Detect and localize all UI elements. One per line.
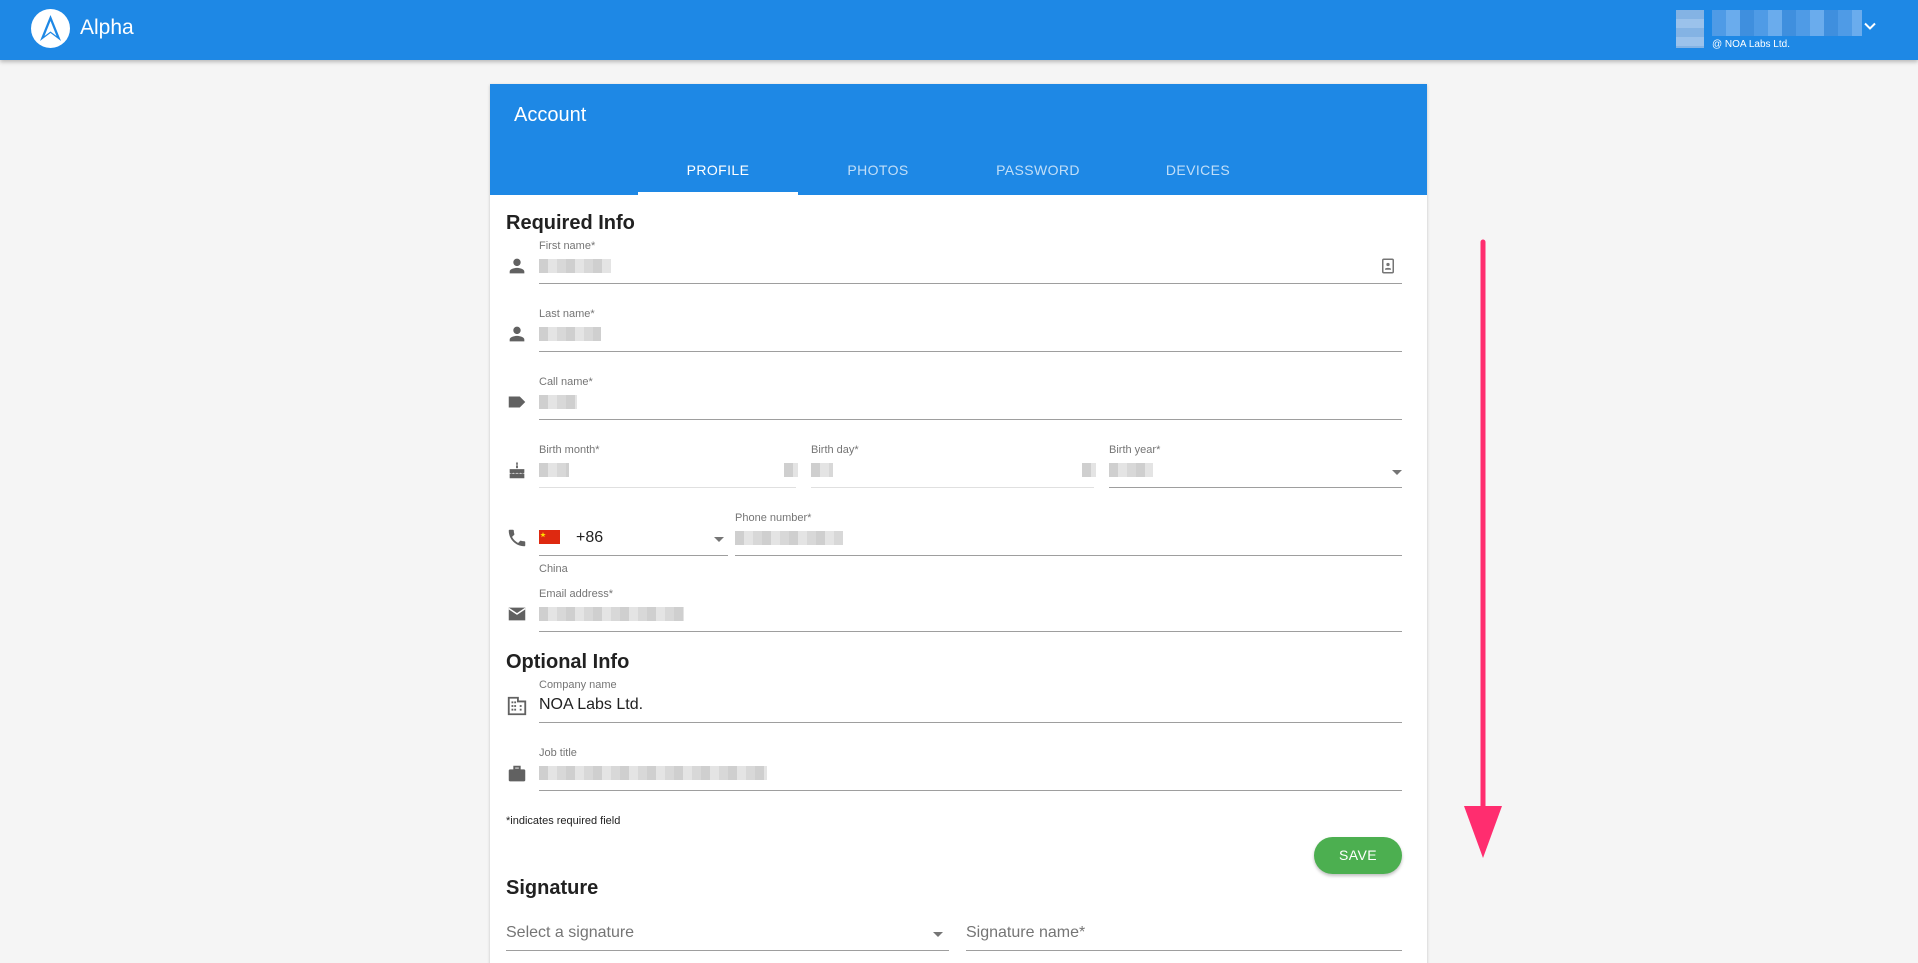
phone-number-underline <box>735 555 1402 556</box>
last-name-value-redacted[interactable] <box>539 327 601 341</box>
person-icon <box>509 326 525 342</box>
person-icon <box>509 258 525 274</box>
birth-day-underline <box>811 487 1094 488</box>
tab-devices[interactable]: DEVICES <box>1118 162 1278 195</box>
user-menu[interactable]: @ NOA Labs Ltd. <box>1668 8 1882 52</box>
job-title-underline <box>539 790 1402 791</box>
section-title-optional: Optional Info <box>506 651 630 673</box>
birth-month-underline <box>539 487 796 488</box>
birth-day-label: Birth day* <box>811 444 859 456</box>
card-header: Account PROFILE PHOTOS PASSWORD DEVICES <box>490 84 1427 195</box>
signature-name-placeholder[interactable]: Signature name* <box>966 924 1085 942</box>
chevron-down-icon[interactable] <box>1862 18 1878 34</box>
birth-year-underline <box>1109 487 1402 488</box>
save-button[interactable]: SAVE <box>1314 837 1402 874</box>
label-icon <box>508 396 526 408</box>
birth-day-arrow-redacted[interactable] <box>1082 463 1096 477</box>
tab-indicator <box>638 192 798 195</box>
china-flag-icon <box>539 530 560 544</box>
tab-profile[interactable]: PROFILE <box>638 162 798 195</box>
country-name-hint: China <box>539 563 568 575</box>
country-code-value[interactable]: +86 <box>576 529 603 547</box>
business-icon <box>507 696 527 716</box>
contact-card-icon[interactable] <box>1379 257 1397 275</box>
first-name-value-redacted[interactable] <box>539 259 611 273</box>
email-value-redacted[interactable] <box>539 607 684 621</box>
birth-month-arrow-redacted[interactable] <box>784 463 798 477</box>
dropdown-arrow-icon[interactable] <box>714 537 724 542</box>
card-title: Account <box>514 104 587 126</box>
section-title-required: Required Info <box>506 212 635 234</box>
app-title: Alpha <box>80 16 134 39</box>
call-name-label: Call name* <box>539 376 593 388</box>
job-title-label: Job title <box>539 747 577 759</box>
briefcase-icon <box>508 765 526 782</box>
phone-icon <box>508 529 526 547</box>
dropdown-arrow-icon[interactable] <box>1392 470 1402 475</box>
call-name-value-redacted[interactable] <box>539 395 577 409</box>
phone-number-value-redacted[interactable] <box>735 531 843 545</box>
email-label: Email address* <box>539 588 613 600</box>
company-name-value[interactable]: NOA Labs Ltd. <box>539 696 643 714</box>
birth-day-value-redacted[interactable] <box>811 463 833 477</box>
job-title-value-redacted[interactable] <box>539 766 767 780</box>
birth-year-label: Birth year* <box>1109 444 1161 456</box>
first-name-label: First name* <box>539 240 596 252</box>
signature-select-underline <box>506 950 949 951</box>
birth-year-value-redacted[interactable] <box>1109 463 1153 477</box>
section-title-signature: Signature <box>506 877 599 899</box>
first-name-underline <box>539 283 1402 284</box>
last-name-label: Last name* <box>539 308 595 320</box>
signature-select-placeholder[interactable]: Select a signature <box>506 924 634 942</box>
user-organization: @ NOA Labs Ltd. <box>1712 39 1790 50</box>
birth-month-label: Birth month* <box>539 444 600 456</box>
scroll-down-arrow-icon <box>1464 239 1502 858</box>
last-name-underline <box>539 351 1402 352</box>
signature-name-underline <box>966 950 1402 951</box>
country-code-underline <box>539 555 728 556</box>
email-icon <box>508 607 526 621</box>
company-name-underline <box>539 722 1402 723</box>
email-underline <box>539 631 1402 632</box>
required-field-note: *indicates required field <box>506 815 621 827</box>
top-app-bar: Alpha @ NOA Labs Ltd. <box>0 0 1918 60</box>
tab-photos[interactable]: PHOTOS <box>798 162 958 195</box>
birth-month-value-redacted[interactable] <box>539 463 569 477</box>
phone-number-label: Phone number* <box>735 512 812 524</box>
call-name-underline <box>539 419 1402 420</box>
company-name-label: Company name <box>539 679 617 691</box>
logo-icon[interactable] <box>31 9 70 48</box>
tab-password[interactable]: PASSWORD <box>958 162 1118 195</box>
dropdown-arrow-icon[interactable] <box>933 932 943 937</box>
account-card: Account PROFILE PHOTOS PASSWORD DEVICES … <box>490 84 1427 963</box>
user-name-redacted <box>1712 10 1862 36</box>
cake-icon <box>509 461 525 479</box>
avatar[interactable] <box>1676 10 1704 48</box>
